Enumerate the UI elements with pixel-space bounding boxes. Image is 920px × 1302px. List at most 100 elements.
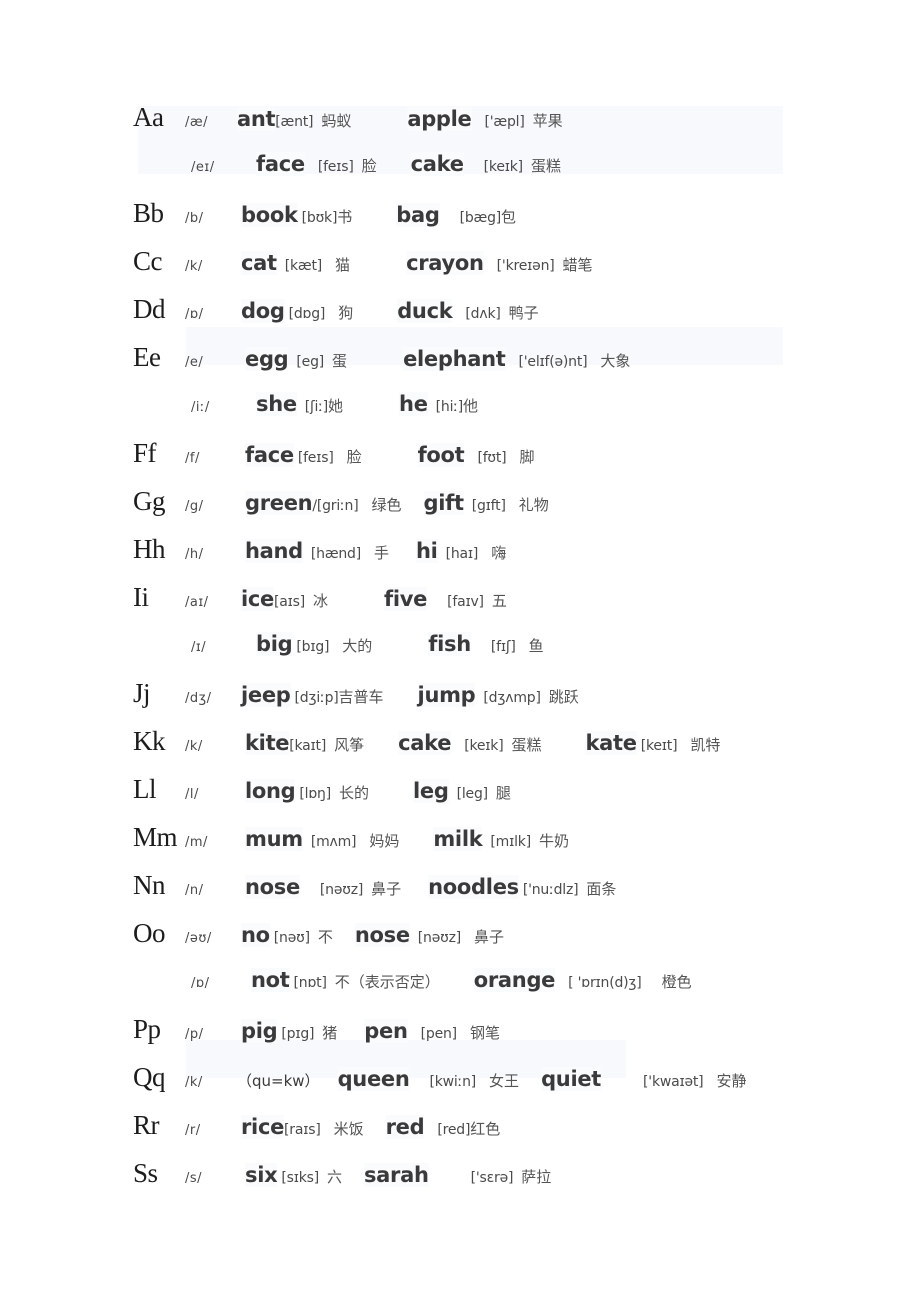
phonetic-transcription: [ænt] bbox=[275, 114, 314, 130]
chinese-gloss: 大象 bbox=[600, 352, 631, 370]
letter-pair: Jj bbox=[133, 678, 151, 708]
chinese-gloss: 书 bbox=[337, 208, 353, 226]
vocabulary-entry: hi [haɪ] 嗨 bbox=[403, 539, 506, 563]
vocabulary-word: hi bbox=[416, 539, 438, 563]
vocabulary-word: gift bbox=[423, 491, 464, 515]
vocabulary-entry: she [ʃiː] 她 bbox=[243, 392, 343, 416]
vocabulary-word: long bbox=[245, 779, 296, 803]
vocabulary-entry: kate [keɪt] 凯特 bbox=[555, 731, 720, 755]
letter-pair: Qq bbox=[133, 1062, 166, 1092]
vocabulary-word: no bbox=[241, 923, 270, 947]
vocabulary-entry: ice [aɪs] 冰 bbox=[237, 587, 328, 611]
vocabulary-entry: rice [raɪs] 米饭 bbox=[237, 1115, 364, 1139]
vocabulary-entry: jeep [dʒiːp] 吉普车 bbox=[237, 683, 384, 707]
phonetic-transcription: [bæg] bbox=[459, 210, 502, 226]
vocabulary-entry: nose [nəʊz] 鼻子 bbox=[347, 923, 504, 947]
letter-pair: Nn bbox=[133, 870, 166, 900]
vocabulary-word: ice bbox=[241, 587, 274, 611]
vocabulary-entry: crayon ['kreɪən] 蜡笔 bbox=[364, 251, 593, 275]
chinese-gloss: 蛋 bbox=[332, 352, 348, 370]
chinese-gloss: 妈妈 bbox=[369, 832, 400, 850]
vocabulary-word: nose bbox=[245, 875, 300, 899]
chinese-gloss: 脸 bbox=[346, 448, 362, 466]
phoneme-key: /b/ bbox=[185, 211, 204, 226]
alphabet-row: Dd/ɒ/dog [dɒg] 狗 duck [dʌk] 鸭子 bbox=[133, 296, 893, 344]
phonetic-transcription: [dʌk] bbox=[465, 306, 501, 322]
phonetic-transcription: [aɪs] bbox=[274, 594, 305, 610]
alphabet-row: /ɒ/not [nɒt] 不（表示否定） orange [ 'ɒrɪn(d)ʒ] 橙色 bbox=[133, 968, 893, 1016]
vocabulary-word: rice bbox=[241, 1115, 285, 1139]
vocabulary-word: orange bbox=[473, 968, 556, 992]
phonetic-transcription: ['kwaɪət] bbox=[643, 1074, 704, 1090]
phonetic-transcription: ['elɪf(ə)nt] bbox=[518, 354, 588, 370]
vocabulary-word: cat bbox=[241, 251, 277, 275]
chinese-gloss: 冰 bbox=[313, 592, 329, 610]
vocabulary-entry: jump [dʒʌmp] 跳跃 bbox=[398, 683, 579, 707]
phoneme-key: /k/ bbox=[185, 259, 203, 274]
letter-pair: Ff bbox=[133, 438, 157, 468]
phonetic-transcription: [bʊk] bbox=[301, 210, 338, 226]
phonetic-transcription: [haɪ] bbox=[445, 546, 479, 562]
vocabulary-entry: queen [kwiːn] 女王 bbox=[330, 1067, 519, 1091]
chinese-gloss: 蛋糕 bbox=[530, 157, 561, 175]
chinese-gloss: 猫 bbox=[335, 256, 351, 274]
vocabulary-entry: fish [fɪʃ] 鱼 bbox=[386, 632, 544, 656]
phonetic-transcription: [leg] bbox=[456, 786, 489, 802]
vocabulary-entry: six [sɪks] 六 bbox=[237, 1163, 342, 1187]
chinese-gloss: 面条 bbox=[586, 880, 617, 898]
chinese-gloss: 苹果 bbox=[532, 112, 563, 130]
phoneme-key: /n/ bbox=[185, 883, 204, 898]
vocabulary-entry: pig [pɪg] 猪 bbox=[237, 1019, 337, 1043]
phonetic-transcription: [kaɪt] bbox=[289, 738, 327, 754]
phoneme-key: /p/ bbox=[185, 1027, 204, 1042]
vocabulary-word: mum bbox=[245, 827, 303, 851]
letter-pair: Ll bbox=[133, 774, 157, 804]
vocabulary-entry: cake [keɪk] 蛋糕 bbox=[378, 731, 541, 755]
letter-pair: Gg bbox=[133, 486, 166, 516]
phonetic-transcription: [ʃiː] bbox=[304, 399, 329, 415]
vocabulary-word: big bbox=[256, 632, 293, 656]
vocabulary-word: quiet bbox=[541, 1067, 602, 1091]
vocabulary-word: crayon bbox=[406, 251, 484, 275]
chinese-gloss: 蚂蚁 bbox=[321, 112, 352, 130]
phonetic-transcription: [keɪt] bbox=[640, 738, 678, 754]
chinese-gloss: 安静 bbox=[716, 1072, 747, 1090]
chinese-gloss: 米饭 bbox=[333, 1120, 364, 1138]
alphabet-row: Ii/aɪ/ice [aɪs] 冰 five [faɪv] 五 bbox=[133, 584, 893, 632]
phonetic-transcription: ['kreɪən] bbox=[496, 258, 555, 274]
alphabet-row: Nn/n/nose [nəʊz] 鼻子 noodles ['nuːdlz] 面条 bbox=[133, 872, 893, 920]
letter-pair: Dd bbox=[133, 294, 166, 324]
phonetic-transcription: [pen] bbox=[420, 1026, 458, 1042]
vocabulary-word: red bbox=[385, 1115, 425, 1139]
chinese-gloss: 狗 bbox=[338, 304, 354, 322]
phoneme-key: /s/ bbox=[185, 1171, 203, 1186]
vocabulary-entry: not [nɒt] 不（表示否定） bbox=[243, 968, 440, 992]
chinese-gloss: 六 bbox=[326, 1168, 342, 1186]
vocabulary-word: not bbox=[251, 968, 290, 992]
phoneme-key: /f/ bbox=[185, 451, 200, 466]
chinese-gloss: 跳跃 bbox=[548, 688, 579, 706]
phonetic-transcription: [nəʊz] bbox=[319, 882, 364, 898]
chinese-gloss: 鸭子 bbox=[508, 304, 539, 322]
alphabet-row: Pp/p/pig [pɪg] 猪 pen [pen] 钢笔 bbox=[133, 1016, 893, 1064]
phoneme-key: /l/ bbox=[185, 787, 199, 802]
chinese-gloss: 他 bbox=[463, 397, 479, 415]
vocabulary-word: she bbox=[256, 392, 297, 416]
phonetic-transcription: [hiː] bbox=[435, 399, 464, 415]
phoneme-key: /k/ bbox=[185, 1075, 203, 1090]
phonetic-transcription: [eg] bbox=[296, 354, 325, 370]
vocabulary-entry: milk [mɪlk] 牛奶 bbox=[413, 827, 569, 851]
alphabet-row: Mm/m/mum [mʌm] 妈妈 milk [mɪlk] 牛奶 bbox=[133, 824, 893, 872]
vocabulary-word: apple bbox=[407, 107, 472, 131]
phonetic-transcription: [mɪlk] bbox=[490, 834, 531, 850]
chinese-gloss: 蛋糕 bbox=[511, 736, 542, 754]
vocabulary-entry: nose [nəʊz] 鼻子 bbox=[237, 875, 401, 899]
vocabulary-word: milk bbox=[433, 827, 483, 851]
vocabulary-entry: kite [kaɪt] 风筝 bbox=[237, 731, 364, 755]
alphabet-row: Bb/b/book [bʊk] 书 bag [bæg] 包 bbox=[133, 200, 893, 248]
chinese-gloss: 鱼 bbox=[528, 637, 544, 655]
vocabulary-entry: face [feɪs] 脸 bbox=[243, 152, 377, 176]
letter-pair: Rr bbox=[133, 1110, 160, 1140]
vocabulary-word: pig bbox=[241, 1019, 278, 1043]
alphabet-row: Rr/r/rice [raɪs] 米饭 red [red] 红色 bbox=[133, 1112, 893, 1160]
